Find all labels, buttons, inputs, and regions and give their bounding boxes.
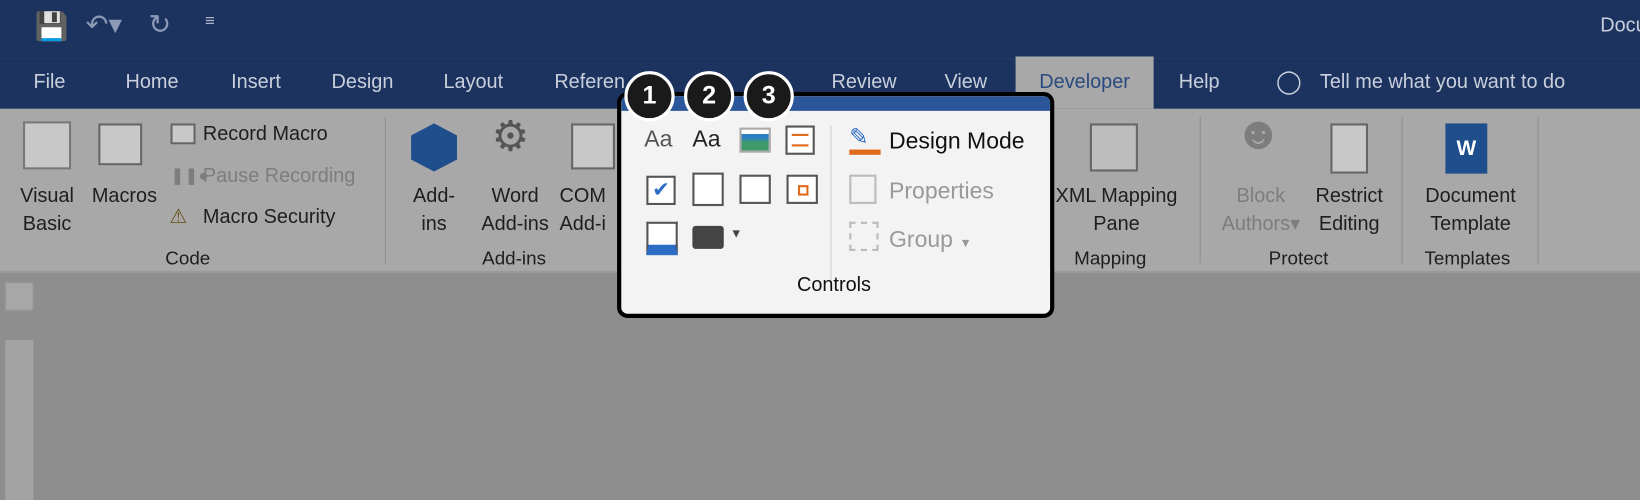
restrict-editing-icon (1330, 123, 1369, 174)
tab-insert[interactable]: Insert (231, 71, 281, 94)
group-label-protect: Protect (1268, 247, 1329, 269)
group-label-mapping: Mapping (1074, 247, 1147, 269)
lightbulb-icon: ◯ (1275, 67, 1302, 95)
vertical-ruler (5, 339, 34, 500)
design-mode-button[interactable]: Design Mode (889, 128, 1025, 155)
title-bar: 💾 ↶▾ ↻ ≡ Docu (0, 0, 1640, 59)
building-block-gallery-control[interactable] (785, 125, 815, 155)
block-authors-icon: ☻ (1234, 107, 1283, 159)
drop-down-list-content-control[interactable] (739, 174, 771, 204)
xml-mapping-icon (1089, 123, 1138, 172)
macro-security-button[interactable]: Macro Security (203, 203, 336, 231)
com-add-ins-icon (571, 123, 615, 170)
ruler-corner-button[interactable] (5, 282, 34, 311)
combo-box-content-control[interactable] (692, 172, 724, 207)
picture-content-control[interactable] (739, 127, 771, 153)
divider (384, 117, 386, 264)
document-template-icon: W (1445, 123, 1488, 174)
record-macro-icon (170, 123, 196, 145)
group-label-controls: Controls (796, 274, 871, 296)
date-picker-content-control[interactable] (786, 174, 818, 204)
chevron-down-icon[interactable]: ▼ (730, 226, 742, 241)
save-icon[interactable]: 💾 (35, 10, 69, 42)
group-button[interactable]: Group ▼ (889, 226, 972, 253)
pause-recording-button[interactable]: Pause Recording (203, 162, 355, 190)
repeating-section-content-control[interactable] (646, 221, 678, 256)
properties-icon (849, 174, 877, 204)
tab-review[interactable]: Review (831, 71, 896, 94)
tab-file[interactable]: File (33, 71, 65, 94)
design-mode-icon: ✎ (849, 123, 881, 155)
legacy-tools-icon[interactable] (692, 225, 724, 249)
visual-basic-icon (23, 121, 72, 170)
divider (830, 125, 832, 283)
word-add-ins-button[interactable]: Word Add-ins (476, 182, 554, 238)
tab-view[interactable]: View (944, 71, 987, 94)
record-macro-button[interactable]: Record Macro (203, 120, 328, 148)
group-label-add-ins: Add-ins (482, 247, 546, 269)
plain-text-content-control[interactable]: Aa (692, 126, 720, 153)
properties-button[interactable]: Properties (889, 178, 994, 205)
add-ins-icon (411, 123, 458, 172)
check-box-content-control[interactable]: ✔ (646, 175, 676, 205)
tab-design[interactable]: Design (332, 71, 394, 94)
tab-references[interactable]: Referen (554, 71, 625, 94)
divider (1537, 117, 1539, 264)
group-label-code: Code (165, 247, 211, 269)
controls-group-callout: Aa Aa ✔ ▼ ✎ Design Mode Properties Group… (617, 92, 1055, 318)
rich-text-content-control[interactable]: Aa (644, 126, 672, 153)
macros-button[interactable]: Macros (88, 182, 161, 210)
tell-me-search[interactable]: Tell me what you want to do (1320, 71, 1565, 94)
tab-help[interactable]: Help (1179, 71, 1220, 94)
tab-layout[interactable]: Layout (443, 71, 503, 94)
divider (1401, 117, 1403, 264)
group-icon (849, 221, 879, 252)
restrict-editing-button[interactable]: Restrict Editing (1309, 182, 1388, 238)
gear-icon: ⚙ (491, 114, 530, 161)
add-ins-button[interactable]: Add-ins (397, 182, 470, 238)
xml-mapping-pane-button[interactable]: XML Mapping Pane (1046, 182, 1187, 238)
tab-home[interactable]: Home (126, 71, 179, 94)
undo-icon[interactable]: ↶▾ (86, 8, 122, 40)
redo-icon[interactable]: ↻ (149, 8, 172, 40)
com-add-ins-button[interactable]: COM Add-i (560, 182, 606, 238)
macros-icon (98, 123, 143, 166)
callout-badge-3: 3 (743, 71, 794, 122)
window-title: Docu (1600, 14, 1640, 37)
customize-icon[interactable]: ≡ (205, 13, 215, 32)
callout-badge-1: 1 (624, 71, 675, 122)
warning-icon: ⚠ (169, 206, 188, 229)
divider (1199, 117, 1201, 264)
block-authors-button[interactable]: Block Authors▾ (1211, 182, 1310, 238)
visual-basic-button[interactable]: Visual Basic (10, 182, 83, 238)
document-template-button[interactable]: Document Template (1412, 182, 1529, 238)
callout-badge-2: 2 (684, 71, 735, 122)
group-label-templates: Templates (1424, 247, 1511, 269)
